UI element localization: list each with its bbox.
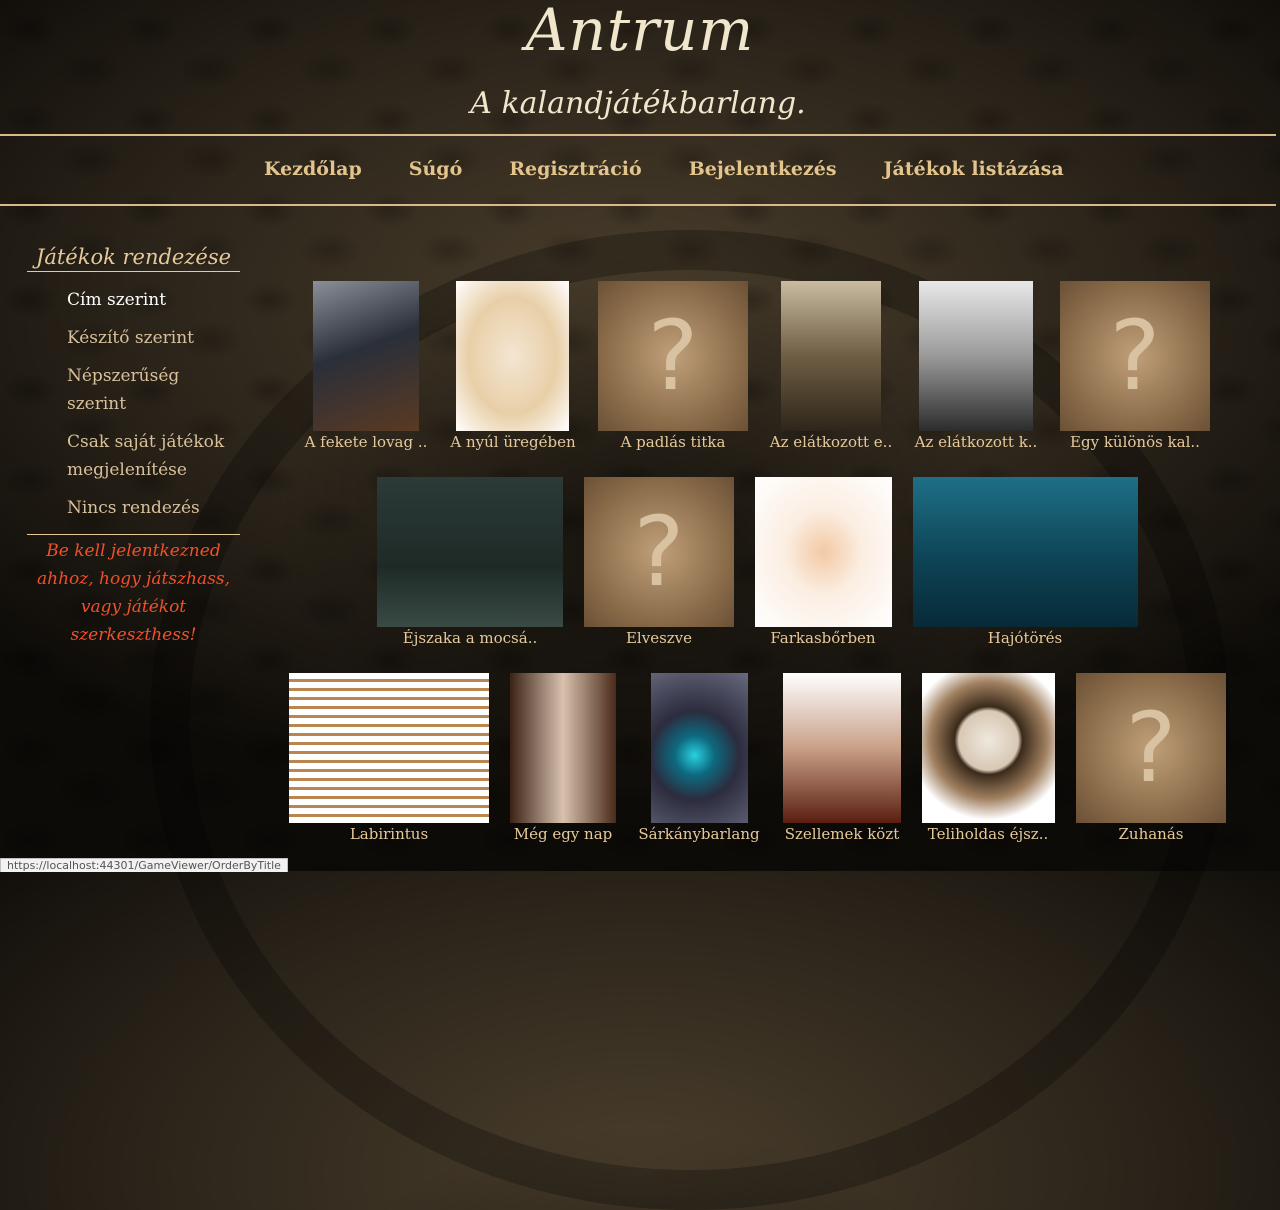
site-subtitle: A kalandjátékbarlang. — [470, 86, 806, 121]
game-title[interactable]: Egy különös kal.. — [1070, 433, 1200, 451]
game-title[interactable]: A padlás titka — [621, 433, 726, 451]
game-thumbnail[interactable]: ? — [584, 477, 734, 627]
game-thumbnail[interactable]: ? — [1060, 281, 1210, 431]
sort-by-popularity-link[interactable]: Népszerűség szerint — [67, 362, 240, 418]
game-card-hajotores[interactable]: Hajótörés — [913, 477, 1138, 652]
game-thumbnail[interactable] — [919, 281, 1033, 431]
nav-register-link[interactable]: Regisztráció — [509, 158, 641, 180]
nav-home-link[interactable]: Kezdőlap — [264, 158, 362, 180]
game-card-labirintus[interactable]: Labirintus — [289, 673, 489, 848]
main-nav: Kezdőlap Súgó Regisztráció Bejelentkezés… — [0, 134, 1276, 206]
game-title[interactable]: Még egy nap — [514, 825, 613, 843]
game-title[interactable]: Elveszve — [626, 629, 692, 647]
game-thumbnail[interactable] — [651, 673, 748, 823]
site-header: Antrum A kalandjátékbarlang. — [0, 0, 1280, 135]
nav-login-link[interactable]: Bejelentkezés — [689, 158, 837, 180]
game-thumbnail[interactable] — [456, 281, 569, 431]
sort-by-title-link[interactable]: Cím szerint — [67, 286, 240, 314]
game-thumbnail[interactable] — [289, 673, 489, 823]
game-title[interactable]: Teliholdas éjsz.. — [928, 825, 1048, 843]
nav-help-link[interactable]: Súgó — [409, 158, 463, 180]
game-card-teliholdas-ejszaka[interactable]: Teliholdas éjsz.. — [922, 673, 1055, 848]
game-title[interactable]: Sárkánybarlang — [638, 825, 759, 843]
game-title[interactable]: Szellemek közt — [785, 825, 900, 843]
game-thumbnail[interactable] — [922, 673, 1055, 823]
game-card-sarkanybarlang[interactable]: Sárkánybarlang — [638, 673, 760, 848]
sidebar-title: Játékok rendezése — [27, 245, 240, 272]
game-title[interactable]: Hajótörés — [988, 629, 1063, 647]
game-title[interactable]: Éjszaka a mocsá.. — [403, 629, 538, 647]
sort-options-list: Cím szerint Készítő szerint Népszerűség … — [67, 286, 240, 522]
game-card-zuhanas[interactable]: ? Zuhanás — [1076, 673, 1226, 848]
question-mark-icon: ? — [1060, 281, 1210, 431]
game-title[interactable]: Farkasbőrben — [770, 629, 875, 647]
game-title[interactable]: Labirintus — [350, 825, 428, 843]
game-card-padlas-titka[interactable]: ? A padlás titka — [598, 281, 748, 456]
game-thumbnail[interactable] — [313, 281, 419, 431]
login-warning: Be kell jelentkezned ahhoz, hogy játszha… — [27, 534, 240, 649]
game-title[interactable]: Zuhanás — [1119, 825, 1184, 843]
game-card-ejszaka-mocsar[interactable]: Éjszaka a mocsá.. — [377, 477, 563, 652]
game-thumbnail[interactable] — [781, 281, 881, 431]
question-mark-icon: ? — [584, 477, 734, 627]
game-card-farkasborben[interactable]: Farkasbőrben — [755, 477, 892, 652]
game-thumbnail[interactable] — [377, 477, 563, 627]
game-card-fekete-lovag[interactable]: A fekete lovag .. — [305, 281, 427, 456]
game-title[interactable]: Az elátkozott e.. — [770, 433, 892, 451]
game-thumbnail[interactable] — [755, 477, 892, 627]
game-card-elveszve[interactable]: ? Elveszve — [584, 477, 734, 652]
game-title[interactable]: Az elátkozott k.. — [915, 433, 1038, 451]
question-mark-icon: ? — [598, 281, 748, 431]
game-thumbnail[interactable] — [510, 673, 616, 823]
game-card-elatkozott-e[interactable]: Az elátkozott e.. — [770, 281, 892, 456]
question-mark-icon: ? — [1076, 673, 1226, 823]
game-card-szellemek-kozt[interactable]: Szellemek közt — [783, 673, 901, 848]
game-card-meg-egy-nap[interactable]: Még egy nap — [510, 673, 616, 848]
game-card-elatkozott-k[interactable]: Az elátkozott k.. — [915, 281, 1037, 456]
site-title[interactable]: Antrum — [0, 0, 1280, 64]
game-thumbnail[interactable] — [783, 673, 901, 823]
game-card-nyul-ureg[interactable]: A nyúl üregében — [450, 281, 576, 456]
game-thumbnail[interactable] — [913, 477, 1138, 627]
game-thumbnail[interactable]: ? — [1076, 673, 1226, 823]
show-own-games-link[interactable]: Csak saját játékok megjelenítése — [67, 428, 240, 484]
nav-game-list-link[interactable]: Játékok listázása — [884, 158, 1064, 180]
game-thumbnail[interactable]: ? — [598, 281, 748, 431]
game-card-kulonos-kal[interactable]: ? Egy különös kal.. — [1060, 281, 1210, 456]
no-sorting-link[interactable]: Nincs rendezés — [67, 494, 240, 522]
sort-by-author-link[interactable]: Készítő szerint — [67, 324, 240, 352]
browser-status-url: https://localhost:44301/GameViewer/Order… — [0, 858, 288, 872]
sort-sidebar: Játékok rendezése Cím szerint Készítő sz… — [27, 245, 240, 649]
game-title[interactable]: A fekete lovag .. — [305, 433, 428, 451]
game-title[interactable]: A nyúl üregében — [450, 433, 575, 451]
